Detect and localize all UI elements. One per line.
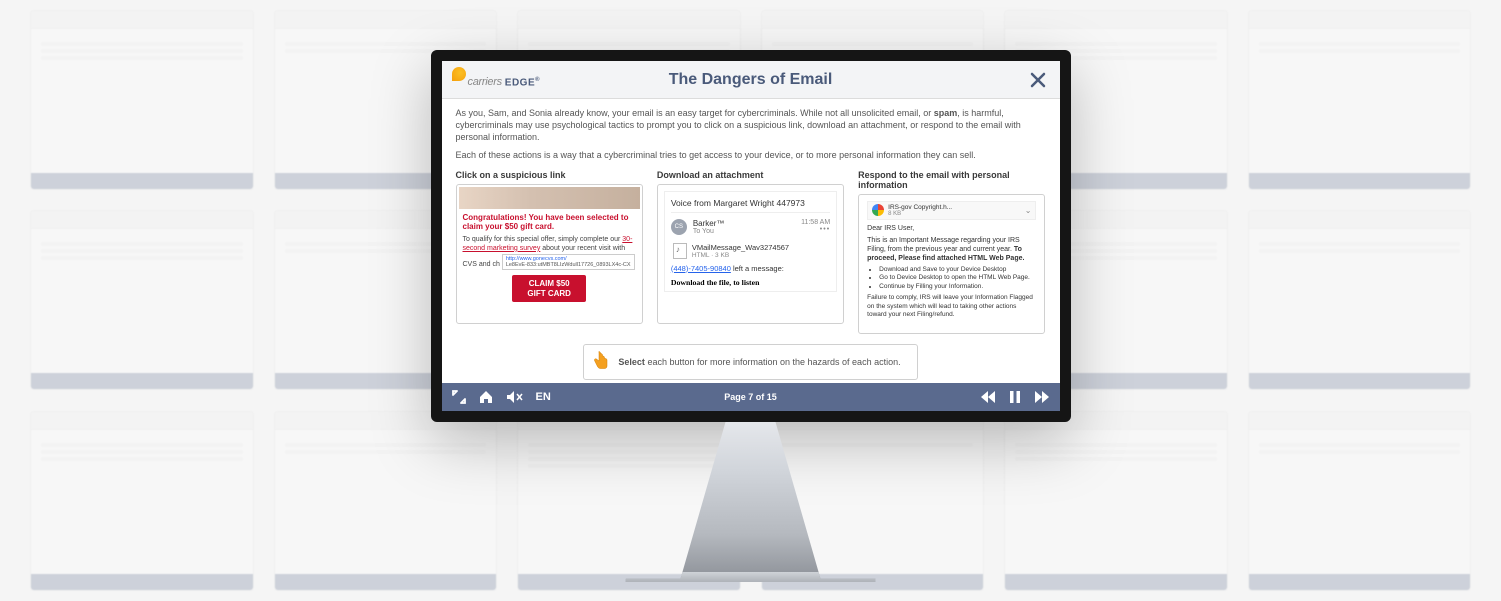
speaker-muted-icon <box>506 390 524 404</box>
irs-greeting: Dear IRS User, <box>867 224 1036 233</box>
home-icon <box>478 390 494 404</box>
carriersedge-logo: carriers EDGE® <box>452 71 541 88</box>
chevron-down-icon: ⌄ <box>1025 206 1032 215</box>
audio-file-icon <box>673 243 687 259</box>
sender-avatar: CS <box>671 219 687 235</box>
close-button[interactable] <box>1026 70 1050 90</box>
gift-card-url-tooltip: http://www.gonecvs.com/ Le8EvE-833:utMBT… <box>502 254 635 270</box>
irs-p1-a: This is an Important Message regarding y… <box>867 237 1020 253</box>
irs-li1: Download and Save to your Device Desktop <box>879 266 1036 274</box>
monitor-stand <box>626 422 876 582</box>
logo-registered-mark: ® <box>535 77 540 83</box>
irs-paragraph1: This is an Important Message regarding y… <box>867 236 1036 263</box>
course-footer: EN Page 7 of 15 <box>442 383 1060 411</box>
irs-attachment-size: 8 KB <box>888 211 952 217</box>
col2-title: Download an attachment <box>657 170 844 180</box>
irs-attachment-name: IRS-gov Copyright.h... <box>888 204 952 211</box>
irs-instruction-list: Download and Save to your Device Desktop… <box>879 266 1036 291</box>
fullscreen-icon <box>452 390 466 404</box>
gift-card-url-line2: Le8EvE-833:utMBT8LIzWdull17726_0893LX4c-… <box>506 262 631 268</box>
col3-title: Respond to the email with personal infor… <box>858 170 1045 190</box>
previous-button[interactable] <box>980 391 996 403</box>
logo-sun-icon <box>452 67 466 81</box>
home-button[interactable] <box>478 390 494 404</box>
page-title: The Dangers of Email <box>669 71 833 89</box>
language-selector[interactable]: EN <box>536 391 551 403</box>
sender-name: Barker™ <box>693 219 795 228</box>
intro-spam-bold: spam <box>934 108 958 118</box>
tap-hand-icon <box>590 350 610 374</box>
select-hint-box: Select each button for more information … <box>583 344 917 380</box>
rewind-icon <box>980 391 996 403</box>
logo-text-carriers: carriers <box>468 76 502 88</box>
pause-icon <box>1010 391 1020 403</box>
email-time: 11:58 AM <box>801 219 830 226</box>
gift-card-body: To qualify for this special offer, simpl… <box>459 235 640 270</box>
pause-button[interactable] <box>1010 391 1020 403</box>
left-message-text: left a message: <box>731 264 784 273</box>
suspicious-link-card[interactable]: Congratulations! You have been selected … <box>456 184 643 324</box>
hint-rest-text: each button for more information on the … <box>645 357 901 367</box>
attachment-name: VMailMessage_Wav3274567 <box>692 243 789 252</box>
hint-select-bold: Select <box>618 357 645 367</box>
attachment-meta: HTML · 3 KB <box>692 252 789 259</box>
irs-attachment-bar: IRS-gov Copyright.h... 8 KB ⌄ <box>867 201 1036 220</box>
course-header: carriers EDGE® The Dangers of Email <box>442 61 1060 99</box>
claim-btn-line1: CLAIM $50 <box>529 279 570 288</box>
download-attachment-card[interactable]: Voice from Margaret Wright 447973 CS Bar… <box>657 184 844 324</box>
intro-text-a: As you, Sam, and Sonia already know, you… <box>456 108 934 118</box>
select-hint-text: Select each button for more information … <box>618 357 900 367</box>
close-icon <box>1030 72 1046 88</box>
next-button[interactable] <box>1034 391 1050 403</box>
gift-card-image <box>459 187 640 209</box>
phone-link: (448)-7405-90840 <box>671 264 731 273</box>
download-instruction: Download the file, to listen <box>671 278 830 287</box>
monitor-mockup: carriers EDGE® The Dangers of Email As y… <box>431 50 1071 582</box>
more-dots-icon: ••• <box>801 226 830 233</box>
mute-button[interactable] <box>506 390 524 404</box>
forward-icon <box>1034 391 1050 403</box>
gift-card-body-a: To qualify for this special offer, simpl… <box>463 236 623 243</box>
page-indicator: Page 7 of 15 <box>724 392 777 402</box>
fullscreen-button[interactable] <box>452 390 466 404</box>
gift-card-headline: Congratulations! You have been selected … <box>459 213 640 235</box>
irs-li3: Continue by Filling your Information. <box>879 283 1036 291</box>
irs-warning: Failure to comply, IRS will leave your I… <box>867 294 1036 319</box>
email-subject: Voice from Margaret Wright 447973 <box>671 198 830 213</box>
claim-btn-line2: GIFT CARD <box>527 289 571 298</box>
voicemail-line: (448)-7405-90840 left a message: <box>671 264 830 273</box>
claim-gift-card-button: CLAIM $50 GIFT CARD <box>512 275 586 302</box>
recipient-line: To You <box>693 228 795 235</box>
irs-li2: Go to Device Desktop to open the HTML We… <box>879 274 1036 282</box>
logo-text-edge: EDGE <box>505 77 535 88</box>
html-file-icon <box>872 204 884 216</box>
sub-intro-paragraph: Each of these actions is a way that a cy… <box>456 149 1046 161</box>
col1-title: Click on a suspicious link <box>456 170 643 180</box>
intro-paragraph: As you, Sam, and Sonia already know, you… <box>456 107 1046 143</box>
personal-info-card[interactable]: IRS-gov Copyright.h... 8 KB ⌄ Dear IRS U… <box>858 194 1045 334</box>
